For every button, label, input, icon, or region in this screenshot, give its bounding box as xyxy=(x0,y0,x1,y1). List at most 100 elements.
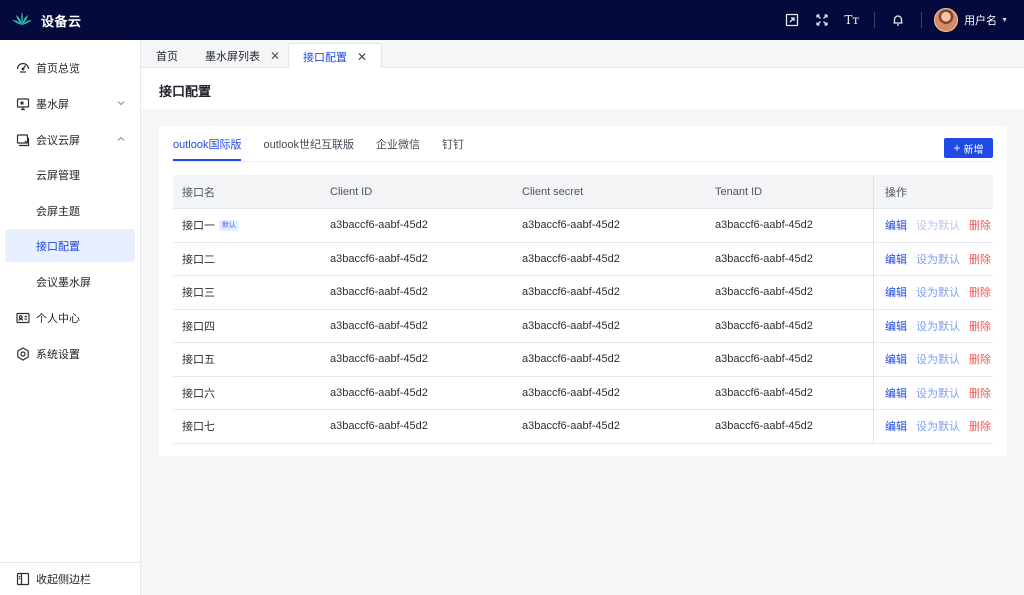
api-table: 接口名 Client ID Client secret Tenant ID 操作… xyxy=(173,175,993,444)
page-tab-api-config[interactable]: 接口配置 ✕ xyxy=(288,43,383,69)
sidebar: 首页总览 墨水屏 会议云屏 云屏管理 会屏主题 接口配置 会议墨水屏 个人中心 … xyxy=(0,40,141,595)
client-secret-cell: a3baccf6-aabf-45d2 xyxy=(522,319,620,332)
column-header: 操作 xyxy=(873,175,993,208)
page-title: 接口配置 xyxy=(159,84,212,99)
set-default-link[interactable]: 设为默认 xyxy=(916,418,960,434)
set-default-link[interactable]: 设为默认 xyxy=(916,251,960,267)
sidebar-item-label: 接口配置 xyxy=(36,240,80,253)
sidebar-item-label: 会议墨水屏 xyxy=(36,276,91,289)
delete-link[interactable]: 删除 xyxy=(969,351,991,367)
tenant-id-cell: a3baccf6-aabf-45d2 xyxy=(715,319,813,332)
table-row: 接口五 a3baccf6-aabf-45d2 a3baccf6-aabf-45d2 a… xyxy=(173,343,993,377)
delete-link[interactable]: 删除 xyxy=(969,385,991,401)
api-name: 接口二 xyxy=(182,253,215,266)
app-title: 设备云 xyxy=(41,13,82,29)
set-default-link[interactable]: 设为默认 xyxy=(916,318,960,334)
page-tab-home[interactable]: 首页 xyxy=(156,44,178,68)
tenant-id-cell: a3baccf6-aabf-45d2 xyxy=(715,420,813,433)
delete-link[interactable]: 删除 xyxy=(969,251,991,267)
client-secret-cell: a3baccf6-aabf-45d2 xyxy=(522,219,620,232)
edit-link[interactable]: 编辑 xyxy=(885,351,907,367)
api-name-cell: 接口三 xyxy=(182,276,215,309)
sidebar-item-label: 会议云屏 xyxy=(36,134,80,147)
edit-link[interactable]: 编辑 xyxy=(885,217,907,233)
edit-link[interactable]: 编辑 xyxy=(885,418,907,434)
client-id-cell: a3baccf6-aabf-45d2 xyxy=(330,386,428,399)
client-secret-cell: a3baccf6-aabf-45d2 xyxy=(522,353,620,366)
user-menu[interactable]: 用户名 ▼ xyxy=(934,8,1008,32)
collapse-sidebar-button[interactable]: 收起侧边栏 xyxy=(0,562,140,595)
bell-icon[interactable] xyxy=(890,12,906,28)
fullscreen-icon[interactable] xyxy=(814,12,830,28)
sidebar-item-label: 系统设置 xyxy=(36,348,80,361)
avatar xyxy=(934,8,959,32)
delete-link[interactable]: 删除 xyxy=(969,318,991,334)
chevron-up-icon xyxy=(117,135,125,143)
tab-wecom[interactable]: 企业微信 xyxy=(376,126,420,161)
actions-cell: 编辑 设为默认 删除 xyxy=(873,410,993,443)
tab-dingtalk[interactable]: 钉钉 xyxy=(442,126,464,161)
delete-link[interactable]: 删除 xyxy=(969,418,991,434)
edit-link[interactable]: 编辑 xyxy=(885,385,907,401)
client-id-cell: a3baccf6-aabf-45d2 xyxy=(330,286,428,299)
set-default-link[interactable]: 设为默认 xyxy=(916,351,960,367)
sidebar-item-api-config[interactable]: 接口配置 xyxy=(5,229,135,262)
api-name-cell: 接口二 xyxy=(182,243,215,276)
sidebar-item-personal-center[interactable]: 个人中心 xyxy=(5,301,135,334)
column-header: Client secret xyxy=(522,185,584,198)
actions-cell: 编辑 设为默认 删除 xyxy=(873,242,993,275)
page-tab-ink-screen-list[interactable]: 墨水屏列表 ✕ xyxy=(205,44,280,68)
api-name: 接口五 xyxy=(182,354,215,367)
delete-link[interactable]: 删除 xyxy=(969,284,991,300)
edit-link[interactable]: 编辑 xyxy=(885,318,907,334)
dashboard-icon xyxy=(16,61,30,75)
tab-label: outlook世纪互联版 xyxy=(263,138,354,151)
top-divider xyxy=(874,12,876,28)
tab-outlook-21vianet[interactable]: outlook世纪互联版 xyxy=(263,126,353,161)
actions-cell: 编辑 设为默认 删除 xyxy=(873,276,993,309)
add-button[interactable]: + 新增 xyxy=(944,138,993,158)
client-secret-cell: a3baccf6-aabf-45d2 xyxy=(522,420,620,433)
sidebar-item-meeting-ink-screen[interactable]: 会议墨水屏 xyxy=(5,265,135,298)
app-logo[interactable]: 设备云 xyxy=(12,11,82,30)
column-header: 接口名 xyxy=(182,186,215,199)
client-secret-cell: a3baccf6-aabf-45d2 xyxy=(522,386,620,399)
set-default-link[interactable]: 设为默认 xyxy=(916,284,960,300)
api-name: 接口四 xyxy=(182,320,215,333)
sidebar-item-dashboard[interactable]: 首页总览 xyxy=(5,51,135,84)
main-content: 接口配置 outlook国际版 outlook世纪互联版 企业微信 钉钉 + 新… xyxy=(141,68,1024,595)
sidebar-item-cloud-screen-mgmt[interactable]: 云屏管理 xyxy=(5,158,135,191)
sidebar-item-ink-screen[interactable]: 墨水屏 xyxy=(5,87,135,120)
ink-screen-icon xyxy=(16,97,30,111)
plus-icon: + xyxy=(953,141,961,155)
gear-icon xyxy=(16,346,30,361)
screen-share-icon[interactable] xyxy=(784,12,800,28)
sidebar-item-screen-theme[interactable]: 会屏主题 xyxy=(5,194,135,227)
set-default-link: 设为默认 xyxy=(916,220,960,233)
tenant-id-cell: a3baccf6-aabf-45d2 xyxy=(715,286,813,299)
tenant-id-cell: a3baccf6-aabf-45d2 xyxy=(715,353,813,366)
delete-link[interactable]: 删除 xyxy=(969,217,991,233)
sidebar-item-system-settings[interactable]: 系统设置 xyxy=(5,337,135,370)
chevron-down-icon xyxy=(117,99,125,107)
close-icon[interactable]: ✕ xyxy=(270,49,280,63)
table-row: 接口三 a3baccf6-aabf-45d2 a3baccf6-aabf-45d2 a… xyxy=(173,276,993,310)
api-name: 接口三 xyxy=(182,287,215,300)
page-tab-label: 接口配置 xyxy=(303,51,347,64)
set-default-link[interactable]: 设为默认 xyxy=(916,385,960,401)
client-secret-cell: a3baccf6-aabf-45d2 xyxy=(522,286,620,299)
font-size-icon[interactable]: Tт xyxy=(844,13,859,27)
client-secret-cell: a3baccf6-aabf-45d2 xyxy=(522,252,620,265)
api-name: 接口一 xyxy=(182,220,215,233)
tab-outlook-international[interactable]: outlook国际版 xyxy=(173,126,242,161)
tenant-id-cell: a3baccf6-aabf-45d2 xyxy=(715,219,813,232)
page-tab-strip: 首页 墨水屏列表 ✕ 接口配置 ✕ xyxy=(141,40,1024,69)
edit-link[interactable]: 编辑 xyxy=(885,284,907,300)
close-icon[interactable]: ✕ xyxy=(357,50,367,64)
sidebar-item-label: 墨水屏 xyxy=(36,98,69,111)
client-id-cell: a3baccf6-aabf-45d2 xyxy=(330,219,428,232)
sidebar-item-label: 个人中心 xyxy=(36,312,80,325)
edit-link[interactable]: 编辑 xyxy=(885,251,907,267)
sidebar-item-meeting-screen[interactable]: 会议云屏 xyxy=(5,123,135,156)
sidebar-item-label: 会屏主题 xyxy=(36,205,80,218)
